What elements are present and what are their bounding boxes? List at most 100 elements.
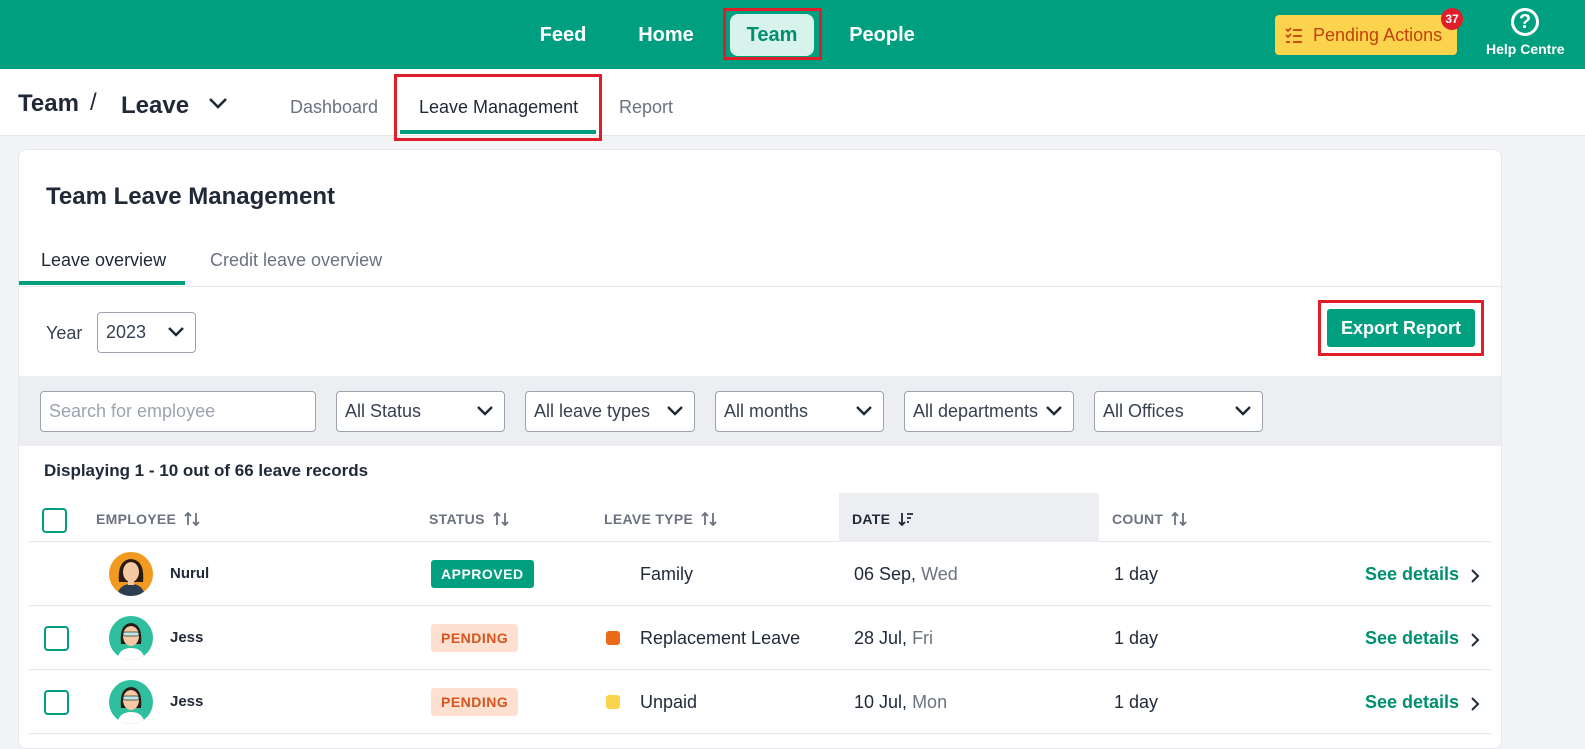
avatar: [109, 552, 153, 596]
leave-count: 1 day: [1114, 628, 1159, 648]
table-row: Nurul APPROVED Family 06 Sep, Wed 1 day …: [29, 542, 1491, 606]
column-count-label: COUNT: [1112, 511, 1164, 527]
leave-type-filter-value: All leave types: [534, 401, 651, 421]
month-filter[interactable]: All months: [715, 391, 884, 432]
chevron-down-icon: [477, 406, 493, 416]
status-badge: APPROVED: [431, 560, 534, 588]
filter-bar: Search for employee All Status All leave…: [19, 376, 1501, 446]
leave-type-color-dot: [606, 695, 620, 709]
breadcrumb-separator: /: [90, 89, 97, 116]
see-details-link[interactable]: See details: [1365, 692, 1480, 713]
active-tab-indicator: [400, 130, 596, 134]
employee-name[interactable]: Jess: [170, 629, 203, 646]
pending-actions-badge: 37: [1441, 8, 1463, 30]
month-filter-value: All months: [724, 401, 809, 421]
top-navigation-bar: Feed Home Team People Pending Actions 37…: [0, 0, 1585, 69]
export-report-button[interactable]: Export Report: [1327, 309, 1475, 347]
avatar: [109, 680, 153, 724]
table-row: Jess PENDING Replacement Leave 28 Jul, F…: [29, 606, 1491, 670]
column-date[interactable]: DATE: [852, 511, 914, 527]
chevron-down-icon: [168, 327, 184, 337]
nav-team[interactable]: Team: [730, 14, 814, 56]
employee-name[interactable]: Nurul: [170, 565, 209, 582]
nav-home[interactable]: Home: [628, 14, 704, 56]
checklist-icon: [1285, 27, 1302, 43]
chevron-right-icon: [1471, 633, 1480, 647]
table-row: Jess PENDING Unpaid 10 Jul, Mon 1 day Se…: [29, 670, 1491, 734]
breadcrumb-current[interactable]: Leave: [121, 92, 189, 120]
active-tab-indicator: [19, 281, 185, 285]
status-badge: PENDING: [431, 688, 519, 716]
employee-avatar-icon: [117, 559, 145, 596]
tab-leave-overview[interactable]: Leave overview: [41, 250, 166, 271]
nav-feed[interactable]: Feed: [528, 14, 598, 56]
tab-divider: [19, 286, 1501, 287]
see-details-link[interactable]: See details: [1365, 564, 1480, 585]
column-leave-type-label: LEAVE TYPE: [604, 511, 694, 527]
table-header: EMPLOYEE STATUS LEAVE TYPE DATE COUNT: [29, 493, 1491, 542]
tab-leave-management[interactable]: Leave Management: [419, 97, 578, 118]
leave-type-color-dot: [606, 631, 620, 645]
leave-count: 1 day: [1114, 564, 1159, 584]
leave-date-weekday: Wed: [921, 564, 958, 584]
year-select[interactable]: 2023: [97, 312, 196, 353]
year-value: 2023: [106, 322, 147, 342]
row-checkbox[interactable]: [44, 690, 69, 715]
status-filter[interactable]: All Status: [336, 391, 505, 432]
department-filter[interactable]: All departments: [904, 391, 1074, 432]
select-all-checkbox[interactable]: [42, 508, 67, 533]
leave-date-weekday: Mon: [912, 692, 948, 712]
chevron-down-icon: [1235, 406, 1251, 416]
pending-actions-label: Pending Actions: [1313, 25, 1443, 45]
tab-credit-leave-overview[interactable]: Credit leave overview: [210, 250, 382, 271]
employee-name[interactable]: Jess: [170, 693, 203, 710]
leave-count: 1 day: [1114, 692, 1159, 712]
chevron-right-icon: [1471, 569, 1480, 583]
leave-management-card: Team Leave Management Leave overview Cre…: [18, 149, 1502, 749]
nav-people[interactable]: People: [840, 14, 924, 56]
office-filter[interactable]: All Offices: [1094, 391, 1263, 432]
column-employee-label: EMPLOYEE: [96, 511, 177, 527]
column-leave-type[interactable]: LEAVE TYPE: [604, 511, 717, 527]
see-details-link[interactable]: See details: [1365, 628, 1480, 649]
avatar: [109, 616, 153, 660]
office-filter-value: All Offices: [1103, 401, 1184, 421]
leave-date-day: 10 Jul,: [854, 692, 908, 712]
help-centre-label: Help Centre: [1486, 41, 1565, 57]
status-filter-value: All Status: [345, 401, 422, 421]
chevron-down-icon: [667, 406, 683, 416]
leave-type: Replacement Leave: [640, 628, 801, 648]
chevron-down-icon[interactable]: [208, 96, 228, 110]
leave-type: Unpaid: [640, 692, 698, 712]
column-date-label: DATE: [852, 511, 891, 527]
tab-report[interactable]: Report: [619, 97, 673, 118]
help-icon: ?: [1511, 8, 1539, 36]
breadcrumb-root[interactable]: Team: [18, 90, 79, 118]
records-count: Displaying 1 - 10 out of 66 leave record…: [44, 461, 369, 480]
chevron-down-icon: [856, 406, 872, 416]
column-status-label: STATUS: [429, 511, 485, 527]
column-employee[interactable]: EMPLOYEE: [96, 511, 201, 527]
year-label: Year: [46, 323, 83, 343]
employee-search-input[interactable]: Search for employee: [40, 391, 316, 432]
leave-type-filter[interactable]: All leave types: [525, 391, 695, 432]
sort-descending-icon: [898, 513, 914, 526]
column-status[interactable]: STATUS: [429, 511, 509, 527]
sort-icon: [1171, 512, 1188, 526]
leave-date-day: 06 Sep,: [854, 564, 917, 584]
sort-icon: [184, 512, 201, 526]
leave-date: 10 Jul, Mon: [854, 692, 947, 713]
sort-icon: [493, 512, 509, 526]
sort-icon: [701, 512, 717, 526]
column-count[interactable]: COUNT: [1112, 511, 1188, 527]
leave-date: 28 Jul, Fri: [854, 628, 933, 649]
pending-actions-button[interactable]: Pending Actions: [1275, 15, 1457, 55]
see-details-label: See details: [1365, 564, 1460, 584]
employee-avatar-icon: [117, 623, 145, 660]
row-checkbox[interactable]: [44, 626, 69, 651]
see-details-label: See details: [1365, 692, 1460, 712]
tab-dashboard[interactable]: Dashboard: [290, 97, 378, 118]
page-title: Team Leave Management: [46, 183, 335, 210]
department-filter-value: All departments: [913, 401, 1039, 421]
see-details-label: See details: [1365, 628, 1460, 648]
